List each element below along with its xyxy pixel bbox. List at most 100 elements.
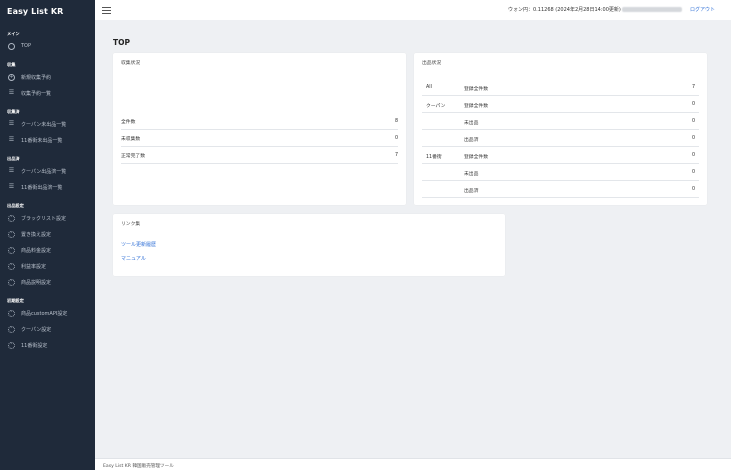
- sidebar-item[interactable]: · 置き換え設定: [0, 226, 95, 242]
- link-tool-update-history[interactable]: ツール更新履歴: [121, 241, 156, 248]
- listing-status-card: 出品状況 All 登録全件数 7 クーパン 登録全件数 0 未出品 0 出品済 0 11番街 登録全件…: [414, 53, 707, 205]
- page-title: TOP: [113, 38, 130, 47]
- sidebar-item-label: 置き換え設定: [21, 231, 52, 238]
- circle-icon: [8, 42, 15, 50]
- logout-link[interactable]: ログアウト: [690, 6, 715, 13]
- gear-icon: ·: [8, 262, 15, 270]
- table-row: クーパン 登録全件数 0: [422, 96, 699, 113]
- brand-logo[interactable]: Easy List KR: [0, 0, 95, 22]
- row-value: 0: [691, 170, 695, 175]
- top-header: ウォン円：0.11268 (2024年2月28日14:00更新) ログアウト: [95, 0, 731, 20]
- sidebar-section-title: メイン: [7, 31, 20, 36]
- gear-icon: ·: [8, 278, 15, 286]
- gear-icon: ·: [8, 325, 15, 333]
- exchange-rate-text: ウォン円：0.11268 (2024年2月28日14:00更新): [508, 7, 621, 13]
- table-row: 正常完了数 7: [121, 147, 398, 164]
- sidebar-item[interactable]: · ブラックリスト設定: [0, 210, 95, 226]
- sidebar: Easy List KR メイン TOP 収集 + 新規収集予約 ☰ 収集予約一覧収集済 ☰ ク…: [0, 0, 95, 470]
- table-row: 11番街 登録全件数 0: [422, 147, 699, 164]
- row-label: 出品済: [464, 138, 479, 143]
- sidebar-item-label: 商品料金設定: [21, 247, 52, 254]
- sidebar-item[interactable]: · 商品説明設定: [0, 274, 95, 290]
- row-label: 登録全件数: [464, 104, 488, 109]
- footer: Easy List KR 韓国販売管理ツール: [95, 458, 731, 470]
- row-value: 0: [691, 119, 695, 124]
- sidebar-item-label: 商品説明設定: [21, 279, 52, 286]
- footer-text: Easy List KR 韓国販売管理ツール: [103, 464, 174, 469]
- sidebar-section-title: 初期設定: [7, 298, 24, 303]
- row-label: 正常完了数: [121, 153, 145, 159]
- sidebar-item[interactable]: TOP: [0, 38, 95, 54]
- sidebar-item-label: 利益率設定: [21, 263, 47, 270]
- sidebar-item[interactable]: · 利益率設定: [0, 258, 95, 274]
- sidebar-item[interactable]: ☰ 収集予約一覧: [0, 85, 95, 101]
- sidebar-item-label: 11番街未出品一覧: [21, 137, 63, 144]
- sidebar-section-title: 収集: [7, 62, 16, 67]
- row-group: All: [426, 85, 432, 90]
- sidebar-item-label: 商品customAPI設定: [21, 310, 68, 317]
- sidebar-item-label: 11番街設定: [21, 342, 48, 349]
- link-manual[interactable]: マニュアル: [121, 255, 146, 262]
- row-label: 未出品: [464, 172, 479, 177]
- table-row: 未出品 0: [422, 164, 699, 181]
- row-label: 登録全件数: [464, 155, 488, 160]
- collect-status-card: 収集状況 全件数 8 未収集数 0 正常完了数 7: [113, 53, 406, 205]
- gear-icon: ·: [8, 214, 15, 222]
- sidebar-section-title: 出品済: [7, 156, 20, 161]
- row-group: 11番街: [426, 155, 442, 160]
- sidebar-item-label: クーパン出品済一覧: [21, 168, 67, 175]
- gear-icon: ·: [8, 341, 15, 349]
- card-title: 収集状況: [121, 61, 141, 66]
- row-value: 0: [691, 153, 695, 158]
- row-label: 出品済: [464, 189, 479, 194]
- row-value: 0: [691, 187, 695, 192]
- row-label: 未収集数: [121, 136, 141, 142]
- table-row: All 登録全件数 7: [422, 79, 699, 96]
- table-row: 全件数 8: [121, 113, 398, 130]
- list-icon: ☰: [8, 167, 15, 174]
- sidebar-item[interactable]: · クーパン設定: [0, 321, 95, 337]
- links-card: リンク集 ツール更新履歴 マニュアル: [113, 214, 505, 276]
- row-label: 全件数: [121, 119, 136, 125]
- row-value: 0: [691, 102, 695, 107]
- card-title: リンク集: [121, 222, 141, 227]
- table-row: 出品済 0: [422, 130, 699, 147]
- list-icon: ☰: [8, 120, 15, 127]
- sidebar-item[interactable]: ☰ クーパン未出品一覧: [0, 116, 95, 132]
- card-title: 出品状況: [422, 61, 442, 66]
- sidebar-item-label: ブラックリスト設定: [21, 215, 67, 222]
- sidebar-section-title: 収集済: [7, 109, 20, 114]
- sidebar-item[interactable]: + 新規収集予約: [0, 69, 95, 85]
- table-row: 未収集数 0: [121, 130, 398, 147]
- row-value: 8: [394, 118, 398, 124]
- gear-icon: ·: [8, 230, 15, 238]
- row-value: 0: [691, 136, 695, 141]
- sidebar-item-label: TOP: [21, 43, 32, 49]
- sidebar-item[interactable]: · 商品customAPI設定: [0, 305, 95, 321]
- row-value: 7: [691, 85, 695, 90]
- sidebar-item-label: クーパン未出品一覧: [21, 121, 67, 128]
- sidebar-item[interactable]: ☰ クーパン出品済一覧: [0, 163, 95, 179]
- sidebar-item[interactable]: ☰ 11番街未出品一覧: [0, 132, 95, 148]
- sidebar-item-label: 11番街出品済一覧: [21, 184, 63, 191]
- row-group: クーパン: [426, 104, 446, 109]
- plus-circle-icon: +: [8, 73, 15, 81]
- hamburger-menu-icon[interactable]: [102, 6, 111, 14]
- sidebar-item-label: 収集予約一覧: [21, 90, 52, 97]
- row-label: 登録全件数: [464, 87, 488, 92]
- sidebar-item-label: 新規収集予約: [21, 74, 52, 81]
- list-icon: ☰: [8, 136, 15, 143]
- page-edge: [722, 20, 731, 458]
- sidebar-item[interactable]: ☰ 11番街出品済一覧: [0, 179, 95, 195]
- user-name-redacted: [622, 7, 682, 12]
- list-icon: ☰: [8, 89, 15, 96]
- table-row: 出品済 0: [422, 181, 699, 198]
- list-icon: ☰: [8, 183, 15, 190]
- sidebar-item[interactable]: · 11番街設定: [0, 337, 95, 353]
- row-label: 未出品: [464, 121, 479, 126]
- sidebar-item-label: クーパン設定: [21, 326, 52, 333]
- gear-icon: ·: [8, 309, 15, 317]
- sidebar-item[interactable]: · 商品料金設定: [0, 242, 95, 258]
- table-row: 未出品 0: [422, 113, 699, 130]
- sidebar-section-title: 出品設定: [7, 203, 24, 208]
